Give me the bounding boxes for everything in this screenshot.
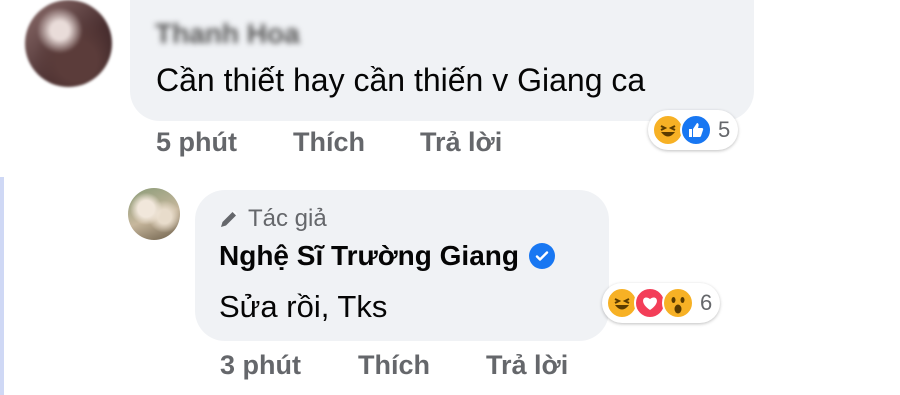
reply-author-name[interactable]: Nghệ Sĩ Trường Giang xyxy=(219,240,555,272)
author-badge: Tác giả xyxy=(218,205,327,233)
comment-reply-button[interactable]: Trả lời xyxy=(420,127,502,158)
reply-author-label[interactable]: Nghệ Sĩ Trường Giang xyxy=(219,240,519,272)
comment-timestamp[interactable]: 5 phút xyxy=(156,127,237,158)
reply-like-button[interactable]: Thích xyxy=(358,350,430,381)
reply-reactions[interactable]: 6 xyxy=(602,283,721,323)
author-badge-label: Tác giả xyxy=(248,205,327,232)
reply-author-avatar[interactable] xyxy=(128,188,180,240)
like-icon xyxy=(680,114,712,146)
reply-timestamp[interactable]: 3 phút xyxy=(220,350,301,381)
wow-icon xyxy=(662,287,694,319)
comment-actions: 5 phút Thích Trả lời xyxy=(156,127,656,161)
reply-text: Sửa rồi, Tks xyxy=(219,289,388,324)
pencil-icon xyxy=(221,210,238,227)
thread-line xyxy=(0,177,4,395)
comment-reactions[interactable]: 5 xyxy=(648,110,739,150)
comment-reaction-count: 5 xyxy=(718,117,731,142)
reply-reaction-count: 6 xyxy=(700,290,713,315)
comment-author-name[interactable]: Thanh Hoa xyxy=(155,20,333,48)
verified-badge-icon xyxy=(528,243,555,269)
comment-like-button[interactable]: Thích xyxy=(293,127,365,158)
reply-reply-button[interactable]: Trả lời xyxy=(486,350,568,381)
reply-actions: 3 phút Thích Trả lời xyxy=(220,350,720,384)
commenter-avatar[interactable] xyxy=(25,0,112,87)
comment-text: Cần thiết hay cần thiến v Giang ca xyxy=(156,62,646,98)
